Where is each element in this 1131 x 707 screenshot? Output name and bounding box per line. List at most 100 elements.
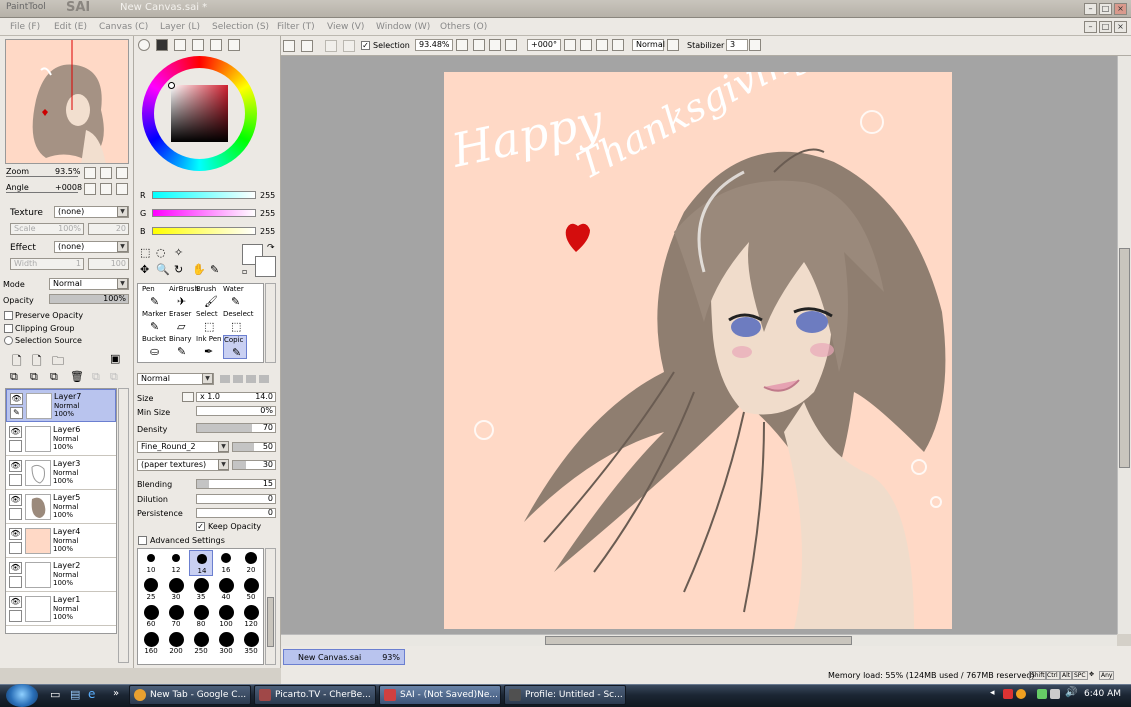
lock-slot[interactable] bbox=[9, 474, 22, 486]
tray-action-center-icon[interactable] bbox=[1050, 689, 1060, 699]
zoom-select-button[interactable] bbox=[456, 39, 468, 51]
view-blend-field[interactable]: Normal bbox=[632, 39, 665, 51]
eye-icon[interactable]: 👁 bbox=[9, 426, 22, 438]
undo-button[interactable] bbox=[283, 40, 295, 52]
tool-deselect[interactable]: Deselect ⬚ bbox=[223, 310, 254, 334]
rotate-right-button[interactable] bbox=[100, 183, 112, 195]
secondary-color-swatch[interactable] bbox=[255, 256, 276, 277]
vertical-scrollbar[interactable] bbox=[1117, 56, 1131, 634]
red-slider[interactable] bbox=[152, 191, 256, 199]
menu-others[interactable]: Others (O) bbox=[440, 22, 487, 32]
quicklaunch-more-icon[interactable]: » bbox=[113, 688, 119, 699]
doc-tab-new-canvas[interactable]: New Canvas.sai 93% bbox=[283, 649, 405, 665]
menu-edit[interactable]: Edit (E) bbox=[54, 22, 87, 32]
deselect-button[interactable] bbox=[325, 40, 337, 52]
zoom-in-button[interactable] bbox=[489, 39, 501, 51]
tool-eraser[interactable]: Eraser ▱ bbox=[169, 310, 193, 334]
brush-preset[interactable]: 20 bbox=[239, 550, 263, 576]
doc-close-button[interactable]: × bbox=[1114, 21, 1127, 33]
preserve-opacity-checkbox[interactable] bbox=[4, 311, 13, 320]
stabilizer-select-button[interactable] bbox=[749, 39, 761, 51]
horizontal-scrollbar[interactable] bbox=[281, 634, 1117, 646]
angle-select-button[interactable] bbox=[564, 39, 576, 51]
stabilizer-field[interactable]: 3 bbox=[726, 39, 748, 51]
brush-preset[interactable]: 70 bbox=[164, 604, 188, 630]
menu-filter[interactable]: Filter (T) bbox=[277, 22, 315, 32]
advanced-settings-checkbox[interactable] bbox=[138, 536, 147, 545]
zoom-out-button[interactable] bbox=[84, 167, 96, 179]
merge-down-icon[interactable]: ⧉ bbox=[30, 370, 38, 384]
tool-bucket[interactable]: Bucket ⛀ bbox=[142, 335, 166, 359]
taskbar-item-sai[interactable]: SAI - (Not Saved)Ne... bbox=[379, 685, 501, 705]
presets-scrollbar[interactable] bbox=[265, 548, 276, 665]
eye-icon[interactable]: 👁 bbox=[10, 393, 23, 405]
tool-airbrush[interactable]: AirBrush ✈ bbox=[169, 285, 199, 309]
brush-texture-select[interactable]: (paper textures) bbox=[137, 459, 229, 471]
brush-preset[interactable]: 16 bbox=[214, 550, 238, 576]
copy-layer-icon[interactable]: ⧉ bbox=[10, 370, 18, 384]
rotate-left-button[interactable] bbox=[580, 39, 592, 51]
close-button[interactable]: × bbox=[1114, 3, 1127, 15]
size-multiplier-button[interactable] bbox=[182, 392, 194, 402]
lock-slot[interactable] bbox=[9, 610, 22, 622]
menu-view[interactable]: View (V) bbox=[327, 22, 364, 32]
taskbar-item-profile[interactable]: Profile: Untitled - Sc... bbox=[504, 685, 626, 705]
chevron-down-icon[interactable]: ▼ bbox=[218, 441, 229, 452]
tool-marker[interactable]: Marker ✎ bbox=[142, 310, 166, 334]
zoom-in-button[interactable] bbox=[100, 167, 112, 179]
eye-icon[interactable]: 👁 bbox=[9, 596, 22, 608]
color-palette-mode-button[interactable] bbox=[192, 39, 204, 51]
size-slider[interactable]: x 1.0 14.0 bbox=[196, 392, 276, 402]
tool-pen[interactable]: Pen ✎ bbox=[142, 285, 166, 309]
start-button[interactable] bbox=[6, 684, 38, 707]
view-blend-button[interactable] bbox=[667, 39, 679, 51]
persistence-slider[interactable]: 0 bbox=[196, 508, 276, 518]
layer-mask-icon[interactable]: ▣ bbox=[110, 352, 120, 365]
brush-preset[interactable]: 40 bbox=[214, 577, 238, 603]
brush-preset[interactable]: 50 bbox=[239, 577, 263, 603]
rotate-right-button[interactable] bbox=[596, 39, 608, 51]
dilution-slider[interactable]: 0 bbox=[196, 494, 276, 504]
internet-explorer-icon[interactable]: e bbox=[88, 687, 95, 701]
eye-icon[interactable]: 👁 bbox=[9, 494, 22, 506]
tool-copic[interactable]: Copic ✎ bbox=[223, 335, 247, 359]
brush-preset[interactable]: 300 bbox=[214, 631, 238, 657]
menu-selection[interactable]: Selection (S) bbox=[212, 22, 269, 32]
rgb-slider-mode-button[interactable] bbox=[156, 39, 168, 51]
chevron-down-icon[interactable]: ▼ bbox=[117, 241, 128, 252]
rotate-reset-button[interactable] bbox=[612, 39, 624, 51]
density-slider[interactable]: 70 bbox=[196, 423, 276, 433]
brush-shape-strength-slider[interactable]: 50 bbox=[232, 442, 276, 452]
zoom-reset-button[interactable] bbox=[116, 167, 128, 179]
chevron-down-icon[interactable]: ▼ bbox=[117, 278, 128, 289]
brush-preset[interactable]: 60 bbox=[139, 604, 163, 630]
green-slider[interactable] bbox=[152, 209, 256, 217]
tool-brush[interactable]: Brush 🖌 bbox=[196, 285, 220, 309]
blending-slider[interactable]: 15 bbox=[196, 479, 276, 489]
artwork-canvas[interactable]: Happy Thanksgiving. bbox=[444, 72, 952, 629]
hand-icon[interactable]: ✋ bbox=[192, 263, 206, 276]
merge-layers-icon[interactable]: ⧉ bbox=[50, 370, 58, 384]
vertical-scroll-thumb[interactable] bbox=[1119, 248, 1130, 468]
brush-preset[interactable]: 200 bbox=[164, 631, 188, 657]
explorer-icon[interactable]: ▤ bbox=[70, 688, 80, 701]
eyedropper-icon[interactable]: ✎ bbox=[210, 263, 219, 276]
scratchpad-mode-button[interactable] bbox=[228, 39, 240, 51]
min-size-slider[interactable]: 0% bbox=[196, 406, 276, 416]
menu-layer[interactable]: Layer (L) bbox=[160, 22, 200, 32]
brush-preset[interactable]: 14 bbox=[189, 550, 213, 576]
delete-layer-icon[interactable]: 🗑 bbox=[70, 370, 84, 383]
lock-slot[interactable] bbox=[9, 576, 22, 588]
magic-wand-icon[interactable]: ✧ bbox=[174, 246, 183, 259]
lock-slot[interactable] bbox=[9, 542, 22, 554]
brush-preset[interactable]: 120 bbox=[239, 604, 263, 630]
horizontal-scroll-thumb[interactable] bbox=[545, 636, 852, 645]
chevron-down-icon[interactable]: ▼ bbox=[117, 206, 128, 217]
clipping-group-checkbox[interactable] bbox=[4, 324, 13, 333]
brush-texture-strength-slider[interactable]: 30 bbox=[232, 460, 276, 470]
keep-opacity-checkbox[interactable]: ✓ bbox=[196, 522, 205, 531]
layer-item-layer7[interactable]: 👁 ✎ Layer7 Normal 100% bbox=[6, 389, 116, 422]
minimize-button[interactable]: – bbox=[1084, 3, 1097, 15]
swap-colors-icon[interactable]: ↷ bbox=[267, 243, 275, 253]
layer-item-layer4[interactable]: 👁 Layer4 Normal 100% bbox=[6, 525, 116, 558]
